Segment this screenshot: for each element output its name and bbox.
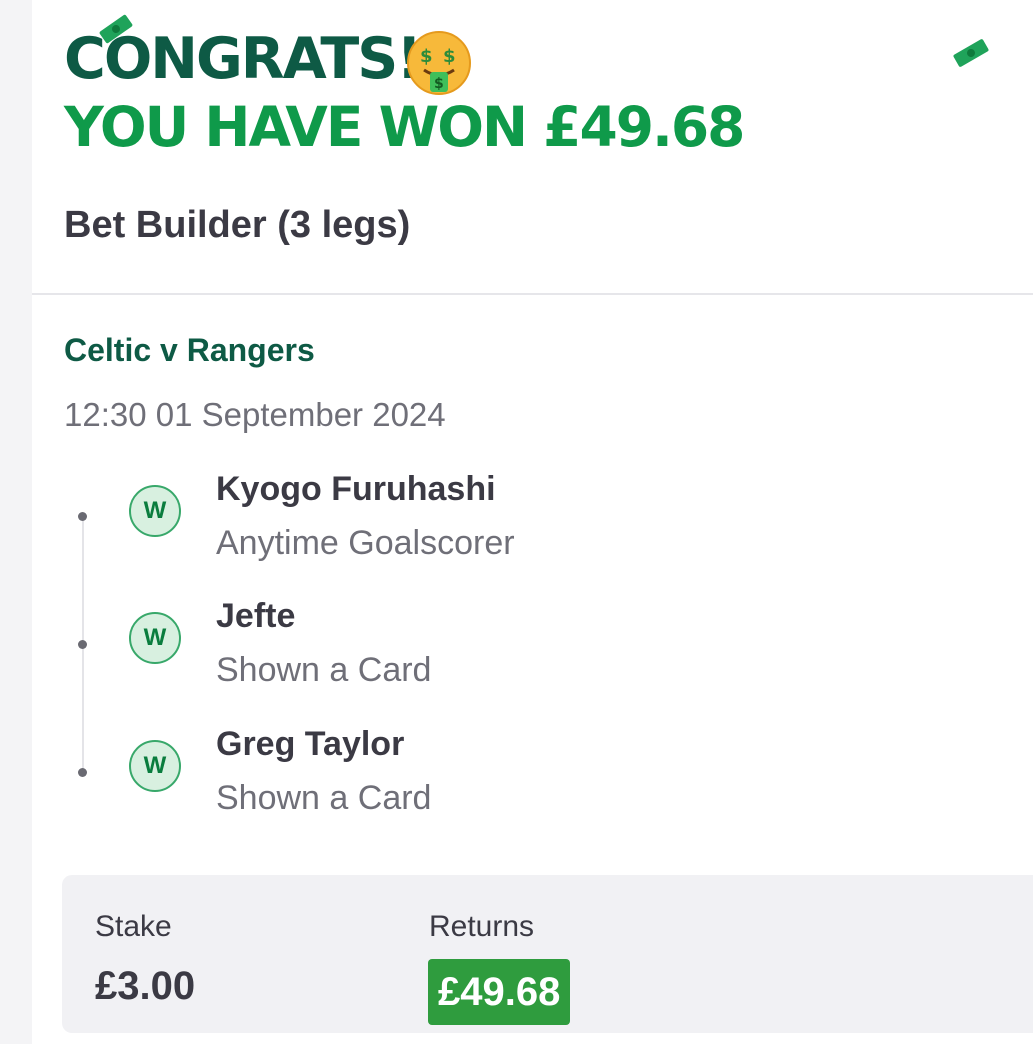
win-badge: W xyxy=(129,612,181,664)
leg-market: Anytime Goalscorer xyxy=(216,524,515,562)
win-badge: W xyxy=(129,485,181,537)
win-badge: W xyxy=(129,740,181,792)
event-name[interactable]: Celtic v Rangers xyxy=(64,332,315,369)
timeline-dot xyxy=(78,640,87,649)
event-datetime: 12:30 01 September 2024 xyxy=(64,396,446,433)
leg-selection: Greg Taylor xyxy=(216,725,405,763)
leg-market: Shown a Card xyxy=(216,779,432,817)
timeline-dot xyxy=(78,768,87,777)
leg-selection: Jefte xyxy=(216,597,296,635)
leg-market: Shown a Card xyxy=(216,651,432,689)
stake-label: Stake xyxy=(95,910,172,943)
leg-selection: Kyogo Furuhashi xyxy=(216,470,496,508)
returns-label: Returns xyxy=(429,910,535,943)
divider xyxy=(32,293,1033,295)
timeline-dot xyxy=(78,512,87,521)
stake-value: £3.00 xyxy=(95,964,196,1008)
returns-value: £49.68 xyxy=(428,959,571,1025)
bet-type-title: Bet Builder (3 legs) xyxy=(64,204,411,246)
bet-leg: W Greg Taylor Shown a Card xyxy=(0,0,1033,817)
